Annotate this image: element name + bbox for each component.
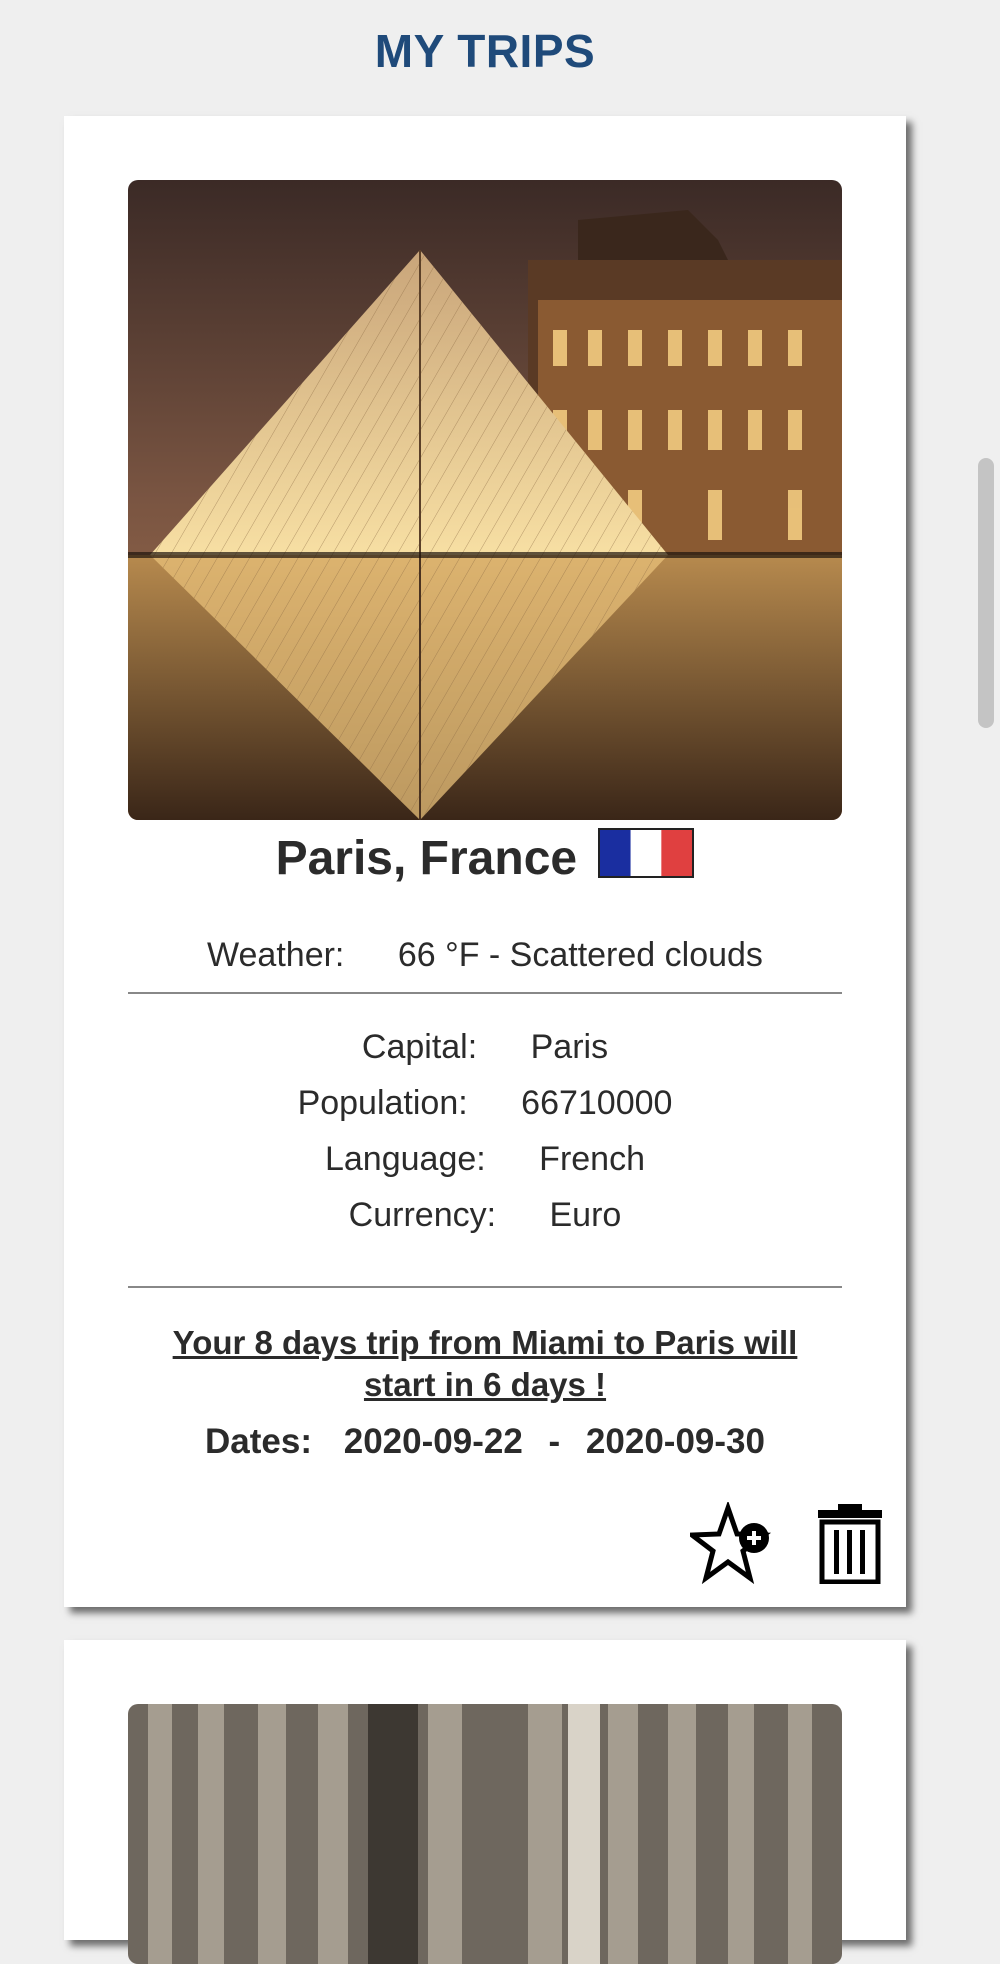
trip-dates: Dates: 2020-09-22 - 2020-09-30	[64, 1422, 906, 1462]
date-separator: -	[548, 1422, 561, 1461]
star-plus-icon	[684, 1500, 772, 1585]
trip-countdown-message: Your 8 days trip from Miami to Paris wil…	[172, 1324, 798, 1403]
population-label: Population:	[297, 1084, 468, 1122]
currency-label: Currency:	[348, 1196, 497, 1234]
trash-icon	[818, 1504, 882, 1585]
population-value: 66710000	[521, 1084, 673, 1122]
language-row: Language: French	[64, 1140, 906, 1179]
trip-card	[64, 1640, 906, 1964]
capital-label: Capital:	[361, 1028, 478, 1066]
france-flag-icon	[598, 828, 695, 878]
scrollbar[interactable]	[978, 458, 994, 728]
delete-trip-button[interactable]	[816, 1502, 884, 1585]
language-label: Language:	[324, 1140, 486, 1178]
weather-value: 66 °F - Scattered clouds	[397, 936, 763, 974]
page-title: MY TRIPS	[374, 25, 596, 77]
trip-card: Paris, France Weather: 66 °F - Scattered…	[64, 116, 906, 1607]
weather-row: Weather: 66 °F - Scattered clouds	[64, 936, 906, 975]
currency-value: Euro	[549, 1196, 622, 1234]
currency-row: Currency: Euro	[64, 1196, 906, 1235]
dates-label: Dates:	[205, 1422, 313, 1461]
add-favorite-button[interactable]	[684, 1500, 772, 1585]
start-date: 2020-09-22	[343, 1422, 523, 1461]
divider	[128, 992, 842, 994]
destination-photo	[128, 180, 842, 820]
destination-title: Paris, France	[64, 828, 906, 886]
population-row: Population: 66710000	[64, 1084, 906, 1123]
end-date: 2020-09-30	[585, 1422, 765, 1461]
capital-value: Paris	[530, 1028, 609, 1066]
divider	[128, 1286, 842, 1288]
language-value: French	[539, 1140, 645, 1178]
destination-photo	[128, 1704, 842, 1964]
weather-label: Weather:	[207, 936, 345, 974]
destination-name: Paris, France	[275, 832, 578, 885]
capital-row: Capital: Paris	[64, 1028, 906, 1067]
